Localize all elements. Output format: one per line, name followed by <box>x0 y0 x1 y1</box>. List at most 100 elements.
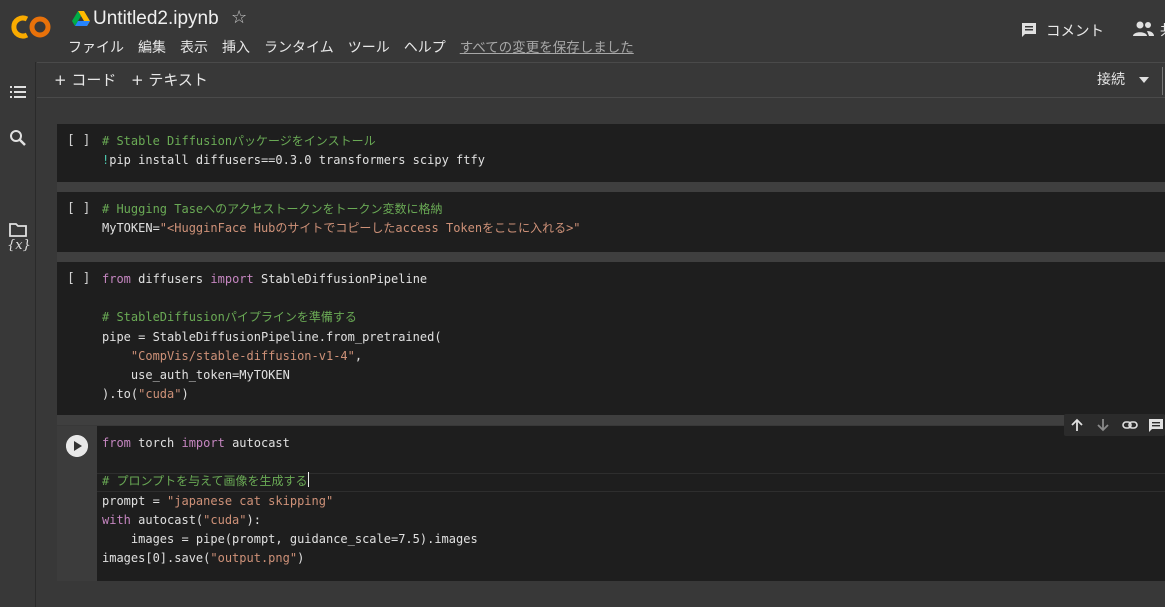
menu-edit[interactable]: 編集 <box>138 38 166 58</box>
code-token: ) <box>181 387 189 402</box>
cell-divider <box>57 182 1165 192</box>
folder-icon[interactable] <box>8 220 28 240</box>
text-caret <box>307 472 309 488</box>
code-string: "CompVis/stable-diffusion-v1-4" <box>130 348 355 363</box>
code-token: ).to( <box>102 387 139 402</box>
code-token: , <box>354 348 363 363</box>
code-string: "japanese cat skipping" <box>167 493 334 508</box>
code-token: ): <box>246 512 261 527</box>
code-editor[interactable]: # Hugging Taseへのアクセストークンをトークン変数に格納 MyTOKE… <box>102 200 581 238</box>
left-sidebar: {x} <box>0 62 36 607</box>
code-line[interactable]: from torch import autocast <box>102 434 478 453</box>
code-line[interactable]: MyTOKEN="<HugginFace Hubのサイトでコピーしたaccess… <box>102 219 581 238</box>
cell-divider <box>57 252 1165 262</box>
code-keyword: import <box>181 436 225 450</box>
execution-count[interactable]: [ ] <box>67 271 90 286</box>
code-line[interactable]: pipe = StableDiffusionPipeline.from_pret… <box>102 328 442 347</box>
code-comment: # プロンプトを与えて画像を生成する <box>102 474 308 489</box>
move-cell-down-icon[interactable] <box>1095 417 1111 433</box>
google-drive-icon[interactable] <box>72 11 90 27</box>
code-token: pipe = StableDiffusionPipeline.from_pret… <box>102 329 442 344</box>
connect-label: 接続 <box>1097 72 1125 88</box>
code-line[interactable]: "CompVis/stable-diffusion-v1-4", <box>102 347 442 366</box>
code-line[interactable]: # StableDiffusionパイプラインを準備する <box>102 308 442 327</box>
code-line[interactable] <box>102 289 442 308</box>
code-token: autocast <box>224 436 290 450</box>
search-icon[interactable] <box>8 128 28 148</box>
share-people-icon[interactable] <box>1132 20 1154 38</box>
link-icon[interactable] <box>1122 417 1138 433</box>
code-token: torch <box>130 436 182 450</box>
code-line[interactable]: with autocast("cuda"): <box>102 511 478 530</box>
menu-bar: ファイル 編集 表示 挿入 ランタイム ツール ヘルプ すべての変更を保存しまし… <box>68 38 648 58</box>
code-token: use_auth_token=MyTOKEN <box>102 367 290 382</box>
comment-button[interactable]: コメント <box>1020 18 1104 42</box>
execution-count[interactable]: [ ] <box>67 133 90 148</box>
code-line[interactable]: prompt = "japanese cat skipping" <box>102 492 478 511</box>
cell-divider <box>57 415 1165 425</box>
cell-comment-icon[interactable] <box>1148 417 1164 433</box>
add-code-button[interactable]: + コード <box>54 70 116 90</box>
save-status-link[interactable]: すべての変更を保存しました <box>460 38 634 58</box>
code-line[interactable]: # プロンプトを与えて画像を生成する <box>102 472 478 491</box>
code-line[interactable]: # Stable Diffusionパッケージをインストール <box>102 132 485 151</box>
code-line[interactable]: !pip install diffusers==0.3.0 transforme… <box>102 151 485 170</box>
code-token: diffusers <box>130 272 211 286</box>
code-line[interactable]: from diffusers import StableDiffusionPip… <box>102 270 442 289</box>
code-cell[interactable]: [ ] # Hugging Taseへのアクセストークンをトークン変数に格納 My… <box>57 192 1165 252</box>
menu-help[interactable]: ヘルプ <box>404 38 446 58</box>
star-icon[interactable]: ☆ <box>231 7 247 29</box>
code-token: images[0].save( <box>102 551 211 566</box>
add-text-button[interactable]: + テキスト <box>131 70 208 90</box>
notebook-toolbar: + コード + テキスト 接続 <box>37 62 1165 98</box>
code-string: "cuda" <box>203 512 247 527</box>
move-cell-up-icon[interactable] <box>1069 417 1085 433</box>
cell-gutter: [ ] <box>57 192 97 252</box>
colab-logo-icon[interactable] <box>10 12 54 42</box>
code-token: StableDiffusionPipeline <box>253 272 428 286</box>
code-cell[interactable]: [ ] from diffusers import StableDiffusio… <box>57 262 1165 415</box>
menu-view[interactable]: 表示 <box>180 38 208 58</box>
variables-icon[interactable]: {x} <box>7 238 31 253</box>
code-line[interactable]: images = pipe(prompt, guidance_scale=7.5… <box>102 530 478 549</box>
cell-toolbar <box>1064 414 1165 436</box>
code-token: pip install diffusers==0.3.0 transformer… <box>109 153 485 168</box>
notebook-area: [ ] # Stable Diffusionパッケージをインストール !pip i… <box>37 99 1165 607</box>
share-label[interactable]: 共 <box>1160 20 1165 40</box>
comment-icon <box>1022 23 1036 37</box>
code-cell[interactable]: [ ] # Stable Diffusionパッケージをインストール !pip i… <box>57 124 1165 182</box>
menu-tools[interactable]: ツール <box>348 38 390 58</box>
app-header: Untitled2.ipynb ☆ ファイル 編集 表示 挿入 ランタイム ツー… <box>0 0 1165 62</box>
code-comment: # StableDiffusionパイプラインを準備する <box>102 310 357 325</box>
execution-count[interactable]: [ ] <box>67 201 90 216</box>
code-line[interactable]: ).to("cuda") <box>102 385 442 404</box>
cell-gutter: [ ] <box>57 124 97 182</box>
connect-button[interactable]: 接続 <box>1097 70 1149 90</box>
cell-gutter <box>57 426 97 581</box>
code-string: "output.png" <box>210 551 298 566</box>
code-token: autocast( <box>130 512 204 527</box>
code-line[interactable]: use_auth_token=MyTOKEN <box>102 366 442 385</box>
table-of-contents-icon[interactable] <box>8 82 28 102</box>
code-keyword: from <box>102 436 131 450</box>
comment-label: コメント <box>1046 23 1104 40</box>
code-line[interactable]: # Hugging Taseへのアクセストークンをトークン変数に格納 <box>102 200 581 219</box>
code-line[interactable] <box>102 453 478 472</box>
menu-insert[interactable]: 挿入 <box>222 38 250 58</box>
code-editor[interactable]: # Stable Diffusionパッケージをインストール !pip insta… <box>102 132 485 170</box>
code-editor[interactable]: from torch import autocast # プロンプトを与えて画像を… <box>102 434 478 568</box>
active-code-cell[interactable]: from torch import autocast # プロンプトを与えて画像を… <box>57 426 1165 581</box>
notebook-title[interactable]: Untitled2.ipynb <box>93 6 219 32</box>
code-keyword: import <box>210 272 254 286</box>
code-line[interactable]: images[0].save("output.png") <box>102 549 478 568</box>
code-token: images = pipe(prompt, guidance_scale=7.5… <box>102 531 478 546</box>
code-keyword: with <box>102 512 131 527</box>
code-comment: # Hugging Taseへのアクセストークンをトークン変数に格納 <box>102 202 443 216</box>
code-keyword: from <box>102 272 131 286</box>
run-cell-play-icon[interactable] <box>66 435 88 457</box>
menu-file[interactable]: ファイル <box>68 38 124 58</box>
menu-runtime[interactable]: ランタイム <box>264 38 334 58</box>
code-editor[interactable]: from diffusers import StableDiffusionPip… <box>102 270 442 404</box>
code-string: "<HugginFace Hubのサイトでコピーしたaccess Tokenをこ… <box>159 221 581 236</box>
